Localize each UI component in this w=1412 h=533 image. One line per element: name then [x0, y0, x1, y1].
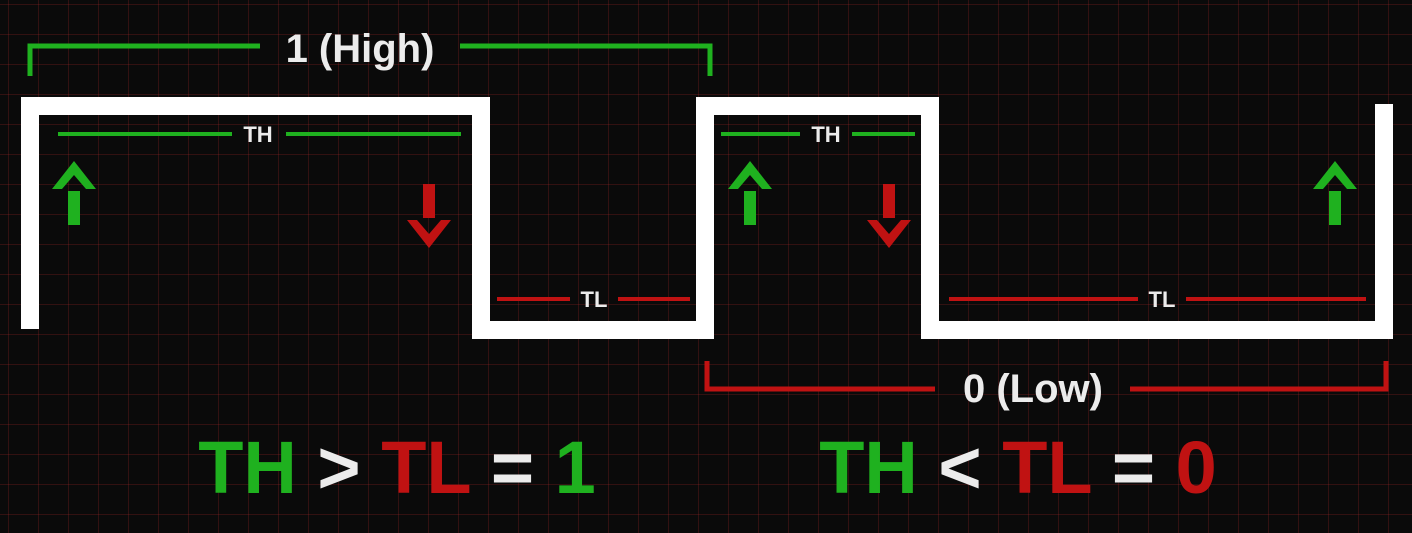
- equation-zero-operator: <: [938, 426, 981, 509]
- equation-zero-result: 0: [1176, 426, 1217, 509]
- arrow-down-icon: [407, 184, 451, 248]
- equation-zero-tl: TL: [1002, 426, 1091, 509]
- arrow-up-icon: [728, 161, 772, 225]
- arrow-down-icon: [867, 184, 911, 248]
- equation-one-operator: >: [317, 426, 360, 509]
- low-bit-bracket: 0 (Low): [704, 361, 1389, 411]
- signal-waveform: [21, 97, 1393, 339]
- tl-label-2: TL: [1149, 287, 1176, 312]
- tl-label-1: TL: [581, 287, 608, 312]
- equation-zero-th: TH: [819, 426, 918, 509]
- th-segment-1: TH: [58, 122, 461, 147]
- equation-one-result: 1: [555, 426, 596, 509]
- th-label-2: TH: [811, 122, 840, 147]
- timing-diagram-svg: 1 (High) 0 (Low) TH TL TH TL TH > TL = 1…: [21, 27, 1393, 509]
- equation-zero: TH < TL = 0: [819, 426, 1217, 509]
- high-bit-bracket: 1 (High): [27, 27, 713, 76]
- equation-zero-equals: =: [1112, 426, 1155, 509]
- arrow-up-icon: [52, 161, 96, 225]
- low-bit-label: 0 (Low): [963, 367, 1103, 411]
- arrow-up-icon: [1313, 161, 1357, 225]
- timing-diagram: 1 (High) 0 (Low) TH TL TH TL TH > TL = 1…: [0, 0, 1412, 528]
- equation-one: TH > TL = 1: [198, 426, 596, 509]
- th-label-1: TH: [243, 122, 272, 147]
- equation-one-th: TH: [198, 426, 297, 509]
- tl-segment-2: TL: [949, 287, 1366, 312]
- high-bit-label: 1 (High): [286, 27, 435, 71]
- equation-one-tl: TL: [381, 426, 470, 509]
- th-segment-2: TH: [721, 122, 915, 147]
- tl-segment-1: TL: [497, 287, 690, 312]
- equation-one-equals: =: [491, 426, 534, 509]
